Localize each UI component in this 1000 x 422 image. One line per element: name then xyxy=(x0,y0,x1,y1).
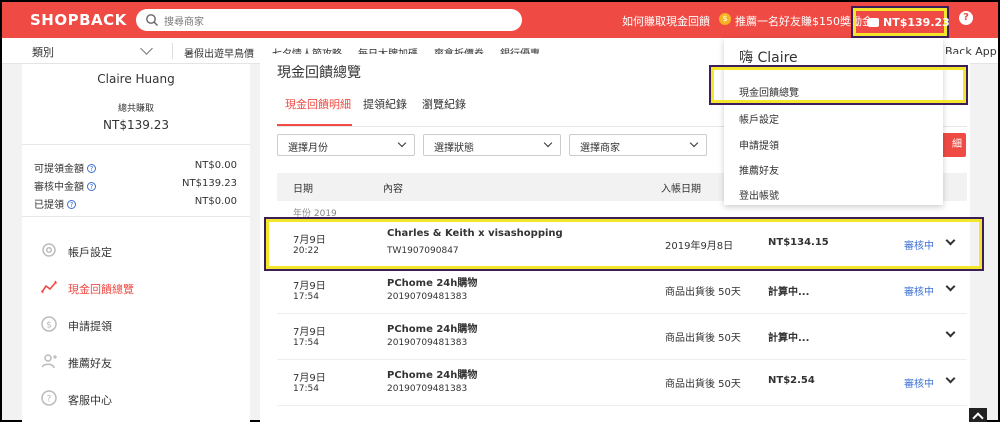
chevron-down-icon[interactable] xyxy=(945,281,956,292)
help-icon[interactable]: ? xyxy=(67,200,76,209)
gear-icon xyxy=(42,243,56,257)
menu-item-logout[interactable]: 登出帳號 xyxy=(739,187,779,202)
chevron-down-icon[interactable] xyxy=(945,327,956,338)
row-amount: NT$2.54 xyxy=(768,375,815,386)
row-order-id: 20190709481383 xyxy=(387,292,468,302)
row-pay-date: 商品出貨後 50天 xyxy=(665,379,741,390)
account-sidebar: Claire Huang 總共賺取 NT$139.23 可提領金額? NT$0.… xyxy=(22,64,250,422)
sidebar-item-cashback-overview[interactable]: 現金回饋總覽 xyxy=(40,278,240,298)
sidebar-item-refer-friends[interactable]: 推薦好友 xyxy=(40,352,240,372)
column-header-content: 內容 xyxy=(383,184,403,195)
stat-value: NT$0.00 xyxy=(194,160,237,171)
row-time: 17:54 xyxy=(293,292,319,302)
table-row[interactable]: 7月9日 17:54 PChome 24h購物 20190709481383 商… xyxy=(277,268,967,314)
chevron-down-icon xyxy=(397,138,407,148)
menu-item-refer-friends[interactable]: 推薦好友 xyxy=(739,162,779,177)
highlight-box xyxy=(709,65,968,105)
divider xyxy=(22,144,250,145)
stat-label: 審核中金額 xyxy=(34,182,84,193)
status-select-value: 選擇狀態 xyxy=(434,143,474,154)
chevron-down-icon xyxy=(689,138,699,148)
category-dropdown[interactable]: 類別 xyxy=(32,44,54,60)
sidebar-item-support[interactable]: ? 客服中心 xyxy=(40,389,240,409)
column-header-date: 日期 xyxy=(293,184,313,195)
user-add-icon xyxy=(41,354,57,369)
status-select[interactable]: 選擇狀態 xyxy=(423,134,561,156)
table-row[interactable]: 7月9日 17:54 PChome 24h購物 20190709481383 商… xyxy=(277,360,967,406)
svg-text:?: ? xyxy=(47,395,52,405)
row-merchant: PChome 24h購物 xyxy=(387,370,478,381)
stat-value: NT$139.23 xyxy=(182,178,237,189)
help-icon[interactable]: ? xyxy=(87,182,96,191)
divider xyxy=(172,43,173,59)
sidebar-item-label: 推薦好友 xyxy=(68,357,112,370)
menu-greeting: 嗨 Claire xyxy=(739,50,798,66)
row-date: 7月9日 xyxy=(293,281,326,292)
total-earned-label: 總共賺取 xyxy=(117,104,154,114)
category-link[interactable]: 暑假出遊早鳥價 xyxy=(184,45,254,60)
merchant-select-value: 選擇商家 xyxy=(580,143,620,154)
page-title: 現金回饋總覽 xyxy=(277,65,361,81)
search-input[interactable]: 搜尋商家 xyxy=(136,9,522,31)
menu-item-account-settings[interactable]: 帳戶設定 xyxy=(739,111,779,126)
help-icon[interactable]: ? xyxy=(87,164,96,173)
column-header-pay-date: 入帳日期 xyxy=(661,184,701,195)
row-merchant: PChome 24h購物 xyxy=(387,278,478,289)
sidebar-item-account-settings[interactable]: 帳戶設定 xyxy=(40,241,240,261)
help-icon[interactable]: ? xyxy=(959,11,973,25)
divider xyxy=(22,216,250,217)
row-merchant: PChome 24h購物 xyxy=(387,324,478,335)
row-date: 7月9日 xyxy=(293,373,326,384)
month-select[interactable]: 選擇月份 xyxy=(277,134,415,156)
balance-button[interactable]: NT$139.23 xyxy=(851,6,950,38)
row-status: 審核中 xyxy=(904,287,934,298)
user-name: Claire Huang xyxy=(97,72,175,86)
tab-cashback-details[interactable]: 現金回饋明細 xyxy=(285,96,351,112)
svg-text:$: $ xyxy=(46,321,52,331)
row-amount: 計算中... xyxy=(768,287,810,298)
stat-label: 已提領 xyxy=(34,200,64,211)
tab-withdrawal-records[interactable]: 提領紀錄 xyxy=(363,96,407,112)
money-icon: $ xyxy=(41,316,57,332)
wallet-icon xyxy=(868,18,879,27)
row-time: 17:54 xyxy=(293,338,319,348)
balance-amount: NT$139.23 xyxy=(883,16,950,29)
stat-label: 可提領金額 xyxy=(34,164,84,175)
menu-item-withdraw[interactable]: 申請提領 xyxy=(739,137,779,152)
sidebar-item-label: 現金回饋總覽 xyxy=(68,283,134,296)
chevron-down-icon[interactable] xyxy=(140,42,153,55)
shopback-logo[interactable]: SHOPBACK xyxy=(30,11,127,29)
sidebar-item-label: 申請提領 xyxy=(68,320,112,333)
search-icon xyxy=(146,14,158,26)
row-pay-date: 商品出貨後 50天 xyxy=(665,287,741,298)
scroll-to-top-button[interactable] xyxy=(969,408,987,422)
merchant-select[interactable]: 選擇商家 xyxy=(569,134,707,156)
row-status: 審核中 xyxy=(904,379,934,390)
top-bar: SHOPBACK 搜尋商家 如何賺取現金回饋 $ 推薦一名好友賺$150獎勵金 … xyxy=(2,2,998,38)
account-dropdown-menu: 嗨 Claire 現金回饋總覽 帳戶設定 申請提領 推薦好友 登出帳號 xyxy=(724,38,943,205)
row-order-id: 20190709481383 xyxy=(387,338,468,348)
chevron-down-icon[interactable] xyxy=(945,373,956,384)
table-row[interactable]: 7月9日 17:54 PChome 24h購物 20190709481383 商… xyxy=(277,314,967,360)
sidebar-item-label: 帳戶設定 xyxy=(68,246,112,259)
trend-icon xyxy=(40,280,58,294)
sidebar-item-withdraw[interactable]: $ 申請提領 xyxy=(40,315,240,335)
row-time: 17:54 xyxy=(293,384,319,394)
row-date: 7月9日 xyxy=(293,327,326,338)
total-earned-value: NT$139.23 xyxy=(103,118,169,132)
sidebar-item-label: 客服中心 xyxy=(68,394,112,407)
chevron-down-icon xyxy=(543,138,553,148)
row-order-id: 20190709481383 xyxy=(387,384,468,394)
search-placeholder: 搜尋商家 xyxy=(164,17,204,28)
row-amount: 計算中... xyxy=(768,333,810,344)
highlight-box xyxy=(264,217,984,271)
stat-value: NT$0.00 xyxy=(194,196,237,207)
coin-icon: $ xyxy=(719,13,731,25)
row-pay-date: 商品出貨後 50天 xyxy=(665,333,741,344)
tab-browsing-history[interactable]: 瀏覽紀錄 xyxy=(422,96,466,112)
how-to-earn-link[interactable]: 如何賺取現金回饋 xyxy=(622,13,710,29)
question-icon: ? xyxy=(41,390,57,406)
month-select-value: 選擇月份 xyxy=(288,143,328,154)
